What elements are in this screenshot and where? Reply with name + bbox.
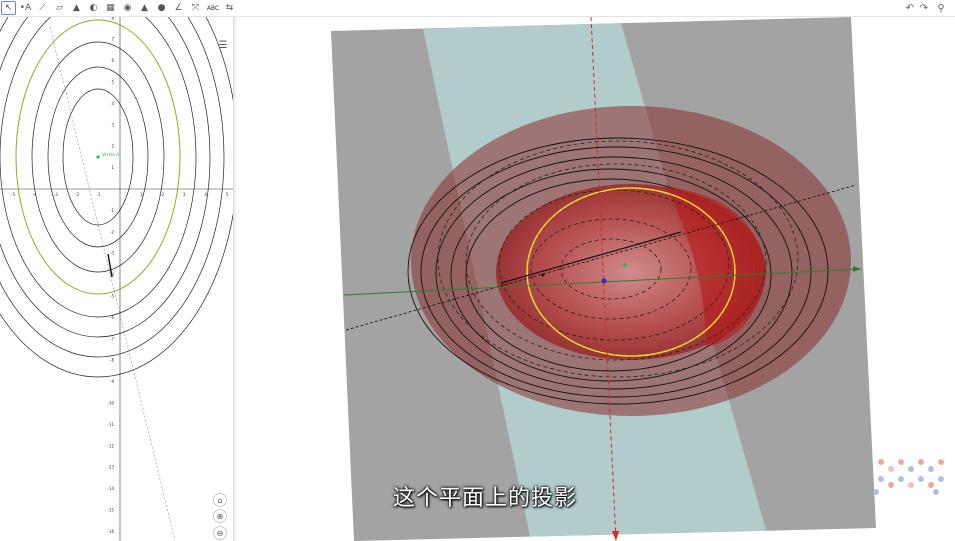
y-tick-label: -12 [107, 443, 114, 448]
y-ticks: 8 7 6 5 4 3 2 1 -1 -2 -3 -4 -5 -6 -7 -8 -9 -10 -11 -12 -13 -1… [107, 17, 114, 534]
y-tick-label: 4 [111, 101, 114, 106]
logo-watermark [873, 459, 944, 495]
contour-lines [0, 17, 233, 378]
view-tool-icon[interactable]: ◉ [120, 1, 135, 15]
y-tick-label: -3 [110, 251, 114, 256]
x-tick-label: -2 [75, 192, 79, 197]
text-tool-label: ABC [206, 4, 220, 12]
undo-icon[interactable]: ↶ [903, 1, 917, 15]
pyramid-tool-icon[interactable]: ▲ [69, 1, 84, 15]
y-tick-label: -15 [107, 508, 114, 513]
y-tick-label: 7 [111, 37, 114, 42]
y-tick-label: 2 [111, 144, 114, 149]
redo-icon[interactable]: ↷ [917, 1, 931, 15]
y-tick-label: -6 [110, 315, 114, 320]
y-tick-label: 1 [111, 165, 114, 170]
graphics-view-2d[interactable]: Vertex A 8 7 6 5 4 3 2 1 -1 -2 -3 -4 -5 -6 -7 -8 -9 -10 -1… [0, 17, 233, 541]
red-axis-arrow [612, 531, 619, 541]
point-tool-icon[interactable]: •A [18, 1, 33, 15]
style-bar-icon[interactable]: ☰ [217, 39, 229, 51]
y-tick-label: -16 [107, 529, 114, 534]
y-tick-label: -9 [110, 379, 114, 384]
y-tick-label: -1 [110, 208, 114, 213]
y-tick-label: -7 [110, 336, 114, 341]
cone-tool-icon[interactable]: ▲ [137, 1, 152, 15]
x-tick-label: -1 [97, 192, 101, 197]
y-tick-label: -5 [110, 294, 114, 299]
toolbar: ↖ •A ⟋ ▱ ▲ ◐ ▦ ◉ ▲ ● ∠ ⤧ ABC ⇆ ↶ ↷ ⚲ [0, 0, 955, 17]
slider-tool-icon[interactable]: ⤧ [188, 1, 203, 15]
y-tick-label: -4 [110, 272, 114, 277]
y-tick-label: -13 [107, 465, 114, 470]
search-icon[interactable]: ⚲ [934, 1, 948, 15]
x-tick-label: 2 [162, 192, 165, 197]
move-tool-icon[interactable]: ↖ [1, 1, 16, 15]
y-tick-label: 3 [111, 122, 114, 127]
graphics-2d-canvas[interactable]: Vertex A 8 7 6 5 4 3 2 1 -1 -2 -3 -4 -5 -6 -7 -8 -9 -10 -1… [0, 17, 233, 541]
x-tick-label: -4 [32, 192, 36, 197]
transform-tool-icon[interactable]: ⇆ [222, 1, 237, 15]
vertex-point [96, 155, 100, 159]
x-tick-label: 4 [204, 192, 207, 197]
home-icon[interactable]: ⌂ [213, 493, 227, 507]
y-tick-label: -2 [110, 229, 114, 234]
net-tool-icon[interactable]: ▦ [103, 1, 118, 15]
sphere-tool-icon[interactable]: ● [154, 1, 169, 15]
x-tick-label: 1 [140, 192, 143, 197]
subtitle-caption: 这个平面上的投影 [392, 486, 577, 511]
black-point [541, 273, 545, 277]
y-tick-label: -11 [107, 422, 114, 427]
reflect-tool-icon[interactable]: ◐ [86, 1, 101, 15]
x-tick-label: -5 [11, 192, 15, 197]
x-tick-label: 5 [226, 192, 229, 197]
y-tick-label: 5 [111, 80, 114, 85]
vertex-label: Vertex A [102, 152, 119, 157]
x-tick-label: 3 [183, 192, 186, 197]
x-tick-label: -3 [54, 192, 58, 197]
zoom-out-icon[interactable]: ⊖ [213, 526, 227, 540]
angle-tool-icon[interactable]: ∠ [171, 1, 186, 15]
y-tick-label: 8 [111, 17, 114, 20]
line-tool-icon[interactable]: ⟋ [35, 1, 50, 15]
plane-tool-icon[interactable]: ▱ [52, 1, 67, 15]
graphics-view-3d[interactable] [236, 17, 955, 541]
text-tool[interactable]: ABC [205, 1, 221, 15]
graphics-3d-canvas[interactable] [236, 17, 955, 541]
y-tick-label: -8 [110, 358, 114, 363]
y-tick-label: -10 [107, 401, 114, 406]
blue-point [601, 278, 607, 284]
y-tick-label: 6 [111, 58, 114, 63]
y-tick-label: -14 [107, 486, 114, 491]
green-point [623, 263, 627, 267]
zoom-in-icon[interactable]: ⊕ [213, 509, 227, 523]
